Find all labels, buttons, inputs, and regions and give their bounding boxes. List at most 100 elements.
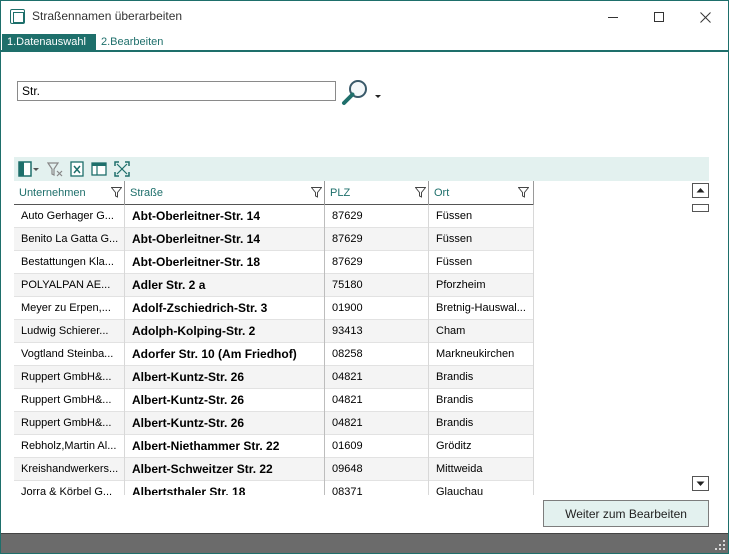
cell-plz: 04821 (325, 366, 429, 389)
app-icon (10, 9, 25, 24)
fit-columns-icon[interactable] (114, 161, 130, 177)
cell-ort: Füssen (429, 205, 534, 228)
cell-company: Ruppert GmbH&... (14, 366, 125, 389)
arrow-up-icon (696, 188, 705, 193)
chevron-down-icon (375, 95, 381, 98)
cell-street: Albert-Kuntz-Str. 26 (125, 366, 325, 389)
filter-icon[interactable] (311, 187, 322, 198)
wizard-tabs: 1.Datenauswahl 2.Bearbeiten (1, 34, 728, 52)
table-row[interactable]: Vogtland Steinba... Adorfer Str. 10 (Am … (14, 343, 534, 366)
cell-company: Rebholz,Martin Al... (14, 435, 125, 458)
cell-plz: 08371 (325, 481, 429, 495)
cell-street: Abt-Oberleitner-Str. 14 (125, 205, 325, 228)
search-button[interactable] (341, 79, 371, 107)
cell-plz: 87629 (325, 228, 429, 251)
cell-ort: Bretnig-Hauswal... (429, 297, 534, 320)
cell-street: Abt-Oberleitner-Str. 18 (125, 251, 325, 274)
export-excel-icon[interactable] (69, 161, 85, 177)
cell-ort: Brandis (429, 412, 534, 435)
main-window: Straßennamen überarbeiten 1.Datenauswahl… (0, 0, 729, 554)
cell-plz: 04821 (325, 389, 429, 412)
scroll-up-button[interactable] (692, 183, 709, 198)
filter-icon[interactable] (415, 187, 426, 198)
cell-plz: 75180 (325, 274, 429, 297)
column-header-label: PLZ (330, 187, 351, 199)
table-row[interactable]: Ruppert GmbH&... Albert-Kuntz-Str. 26 04… (14, 412, 534, 435)
cell-ort: Gröditz (429, 435, 534, 458)
table-row[interactable]: Benito La Gatta G... Abt-Oberleitner-Str… (14, 228, 534, 251)
cell-company: Benito La Gatta G... (14, 228, 125, 251)
table-row[interactable]: Rebholz,Martin Al... Albert-Niethammer S… (14, 435, 534, 458)
minimize-button[interactable] (590, 1, 636, 33)
resize-grip-icon[interactable] (714, 539, 726, 551)
cell-street: Adolph-Kolping-Str. 2 (125, 320, 325, 343)
scroll-thumb[interactable] (692, 204, 709, 212)
table-row[interactable]: Ludwig Schierer... Adolph-Kolping-Str. 2… (14, 320, 534, 343)
table-row[interactable]: Kreishandwerkers... Albert-Schweitzer St… (14, 458, 534, 481)
column-header-label: Ort (434, 187, 450, 199)
table-row[interactable]: Ruppert GmbH&... Albert-Kuntz-Str. 26 04… (14, 366, 534, 389)
grid-header: Unternehmen Straße PLZ Ort (14, 181, 534, 205)
cell-plz: 01609 (325, 435, 429, 458)
continue-button[interactable]: Weiter zum Bearbeiten (543, 500, 709, 527)
cell-ort: Füssen (429, 228, 534, 251)
filter-icon[interactable] (518, 187, 529, 198)
cell-plz: 09648 (325, 458, 429, 481)
column-header-label: Unternehmen (19, 187, 86, 199)
table-row[interactable]: Jorra & Körbel G... Albertsthaler Str. 1… (14, 481, 534, 495)
cell-company: Jorra & Körbel G... (14, 481, 125, 495)
cell-company: Ruppert GmbH&... (14, 389, 125, 412)
table-row[interactable]: POLYALPAN AE... Adler Str. 2 a 75180 Pfo… (14, 274, 534, 297)
column-header-strasse[interactable]: Straße (125, 181, 325, 205)
cell-street: Adolf-Zschiedrich-Str. 3 (125, 297, 325, 320)
arrow-down-icon (696, 481, 705, 486)
cell-ort: Füssen (429, 251, 534, 274)
clear-filter-icon[interactable] (46, 161, 63, 177)
minimize-icon (608, 16, 618, 18)
column-header-unternehmen[interactable]: Unternehmen (14, 181, 125, 205)
search-options-dropdown[interactable] (374, 89, 382, 98)
tab-bearbeiten[interactable]: 2.Bearbeiten (96, 34, 168, 50)
filter-icon[interactable] (111, 187, 122, 198)
table-row[interactable]: Auto Gerhager G... Abt-Oberleitner-Str. … (14, 205, 534, 228)
tab-datenauswahl[interactable]: 1.Datenauswahl (2, 34, 96, 50)
search-input[interactable] (17, 81, 336, 101)
cell-street: Albertsthaler Str. 18 (125, 481, 325, 495)
magnifier-icon (342, 80, 367, 105)
cell-company: POLYALPAN AE... (14, 274, 125, 297)
cell-street: Adorfer Str. 10 (Am Friedhof) (125, 343, 325, 366)
cell-company: Vogtland Steinba... (14, 343, 125, 366)
cell-ort: Brandis (429, 366, 534, 389)
cell-company: Auto Gerhager G... (14, 205, 125, 228)
cell-street: Abt-Oberleitner-Str. 14 (125, 228, 325, 251)
column-header-label: Straße (130, 187, 164, 199)
cell-street: Albert-Kuntz-Str. 26 (125, 412, 325, 435)
status-bar (1, 533, 728, 553)
cell-company: Ludwig Schierer... (14, 320, 125, 343)
cell-street: Albert-Niethammer Str. 22 (125, 435, 325, 458)
layout-icon[interactable] (91, 161, 107, 177)
data-grid: Unternehmen Straße PLZ Ort Auto Gerhager… (14, 181, 534, 495)
grid-toolbar (14, 157, 709, 181)
title-bar[interactable]: Straßennamen überarbeiten (1, 1, 728, 33)
close-button[interactable] (682, 1, 728, 33)
cell-street: Albert-Schweitzer Str. 22 (125, 458, 325, 481)
cell-plz: 04821 (325, 412, 429, 435)
cell-ort: Cham (429, 320, 534, 343)
close-icon (699, 11, 711, 23)
column-header-ort[interactable]: Ort (429, 181, 534, 205)
cell-plz: 87629 (325, 251, 429, 274)
cell-plz: 87629 (325, 205, 429, 228)
cell-company: Meyer zu Erpen,... (14, 297, 125, 320)
column-chooser-icon[interactable] (18, 161, 39, 177)
cell-ort: Pforzheim (429, 274, 534, 297)
table-row[interactable]: Ruppert GmbH&... Albert-Kuntz-Str. 26 04… (14, 389, 534, 412)
window-title: Straßennamen überarbeiten (32, 9, 183, 23)
table-row[interactable]: Bestattungen Kla... Abt-Oberleitner-Str.… (14, 251, 534, 274)
column-header-plz[interactable]: PLZ (325, 181, 429, 205)
cell-ort: Markneukirchen (429, 343, 534, 366)
maximize-button[interactable] (636, 1, 682, 33)
cell-company: Ruppert GmbH&... (14, 412, 125, 435)
table-row[interactable]: Meyer zu Erpen,... Adolf-Zschiedrich-Str… (14, 297, 534, 320)
scroll-down-button[interactable] (692, 476, 709, 491)
